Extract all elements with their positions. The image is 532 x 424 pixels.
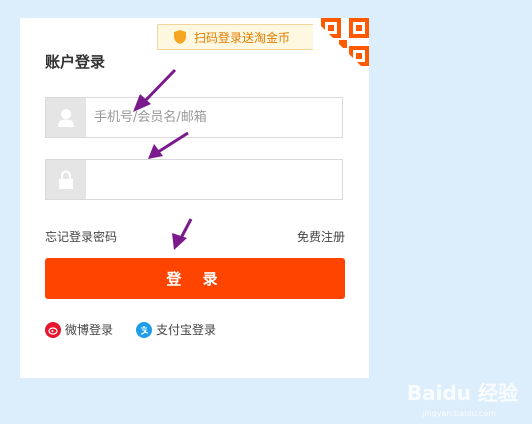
watermark-subtext: jingyan.baidu.com	[422, 409, 496, 418]
watermark: Baidu 经验	[406, 381, 518, 405]
qr-code-icon[interactable]	[313, 18, 369, 74]
register-link[interactable]: 免费注册	[297, 228, 345, 245]
weibo-login-link[interactable]: 微博登录	[45, 321, 113, 338]
shield-icon	[174, 30, 186, 44]
username-field[interactable]	[45, 97, 343, 138]
forgot-password-link[interactable]: 忘记登录密码	[45, 228, 117, 245]
qr-login-banner[interactable]: 扫码登录送淘金币	[157, 24, 317, 50]
alipay-icon	[136, 321, 152, 338]
password-input[interactable]	[94, 160, 334, 199]
lock-icon	[46, 160, 86, 199]
password-field[interactable]	[45, 159, 343, 200]
page-title: 账户登录	[45, 53, 106, 71]
login-card: 扫码登录送淘金币 账户登录 手机号/会员名/邮箱 忘记登录密码 免费注册 登 录…	[20, 18, 369, 378]
weibo-login-label: 微博登录	[65, 323, 114, 337]
login-button[interactable]: 登 录	[45, 258, 345, 299]
alipay-login-label: 支付宝登录	[156, 323, 217, 337]
alipay-login-link[interactable]: 支付宝登录	[136, 321, 216, 338]
qr-banner-text: 扫码登录送淘金币	[194, 30, 291, 45]
username-input[interactable]	[94, 98, 334, 137]
weibo-icon	[45, 321, 61, 338]
user-icon	[46, 98, 86, 137]
